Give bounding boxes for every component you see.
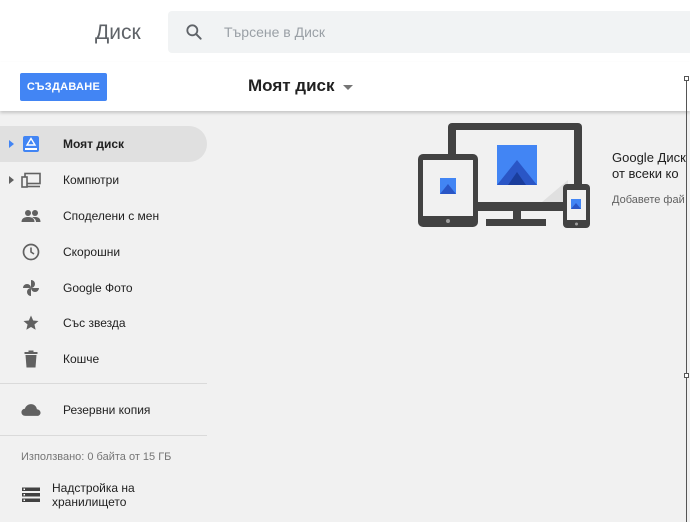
sidebar-item-label: Кошче (63, 352, 100, 366)
toolbar: СЪЗДАВАНЕ Моят диск (0, 62, 690, 111)
sidebar-item-starred[interactable]: Със звезда (0, 305, 207, 341)
search-input[interactable] (224, 11, 664, 53)
sidebar-item-label: Компютри (63, 173, 120, 187)
trash-icon (21, 349, 41, 369)
caret-down-icon (342, 84, 353, 90)
resize-handle-top[interactable] (684, 76, 689, 81)
computers-icon (21, 170, 41, 190)
sidebar-item-backups[interactable]: Резервни копия (0, 392, 207, 428)
sidebar-divider (0, 435, 207, 436)
devices-illustration (418, 123, 590, 228)
sidebar-item-recent[interactable]: Скорошни (0, 234, 207, 270)
search-box[interactable] (168, 11, 690, 53)
sidebar-item-trash[interactable]: Кошче (0, 341, 207, 377)
resize-handle-middle[interactable] (684, 373, 689, 378)
promo-title-line: от всеки ко (612, 166, 679, 181)
storage-usage-text: Използвано: 0 байта от 15 ГБ (21, 451, 172, 463)
window-edge (686, 78, 687, 522)
sidebar-item-my-drive[interactable]: Моят диск (0, 126, 207, 162)
search-icon[interactable] (184, 22, 204, 42)
expand-arrow-icon[interactable] (9, 176, 14, 184)
storage-icon (21, 485, 41, 505)
sidebar-divider (0, 383, 207, 384)
promo-title: Google Диск от всеки ко (612, 150, 686, 182)
expand-arrow-icon[interactable] (9, 140, 14, 148)
sidebar-item-label: Резервни копия (63, 403, 151, 417)
sidebar-item-label: Споделени с мен (63, 209, 160, 223)
breadcrumb[interactable]: Моят диск (248, 76, 353, 96)
breadcrumb-label: Моят диск (248, 76, 335, 95)
clock-icon (21, 242, 41, 262)
app-title[interactable]: Диск (95, 21, 141, 45)
sidebar-item-label: Скорошни (63, 245, 121, 259)
sidebar-item-label: Google Фото (63, 281, 133, 295)
top-bar: Диск (0, 0, 690, 62)
promo-description: Добавете фай (612, 194, 685, 206)
sidebar-item-shared[interactable]: Споделени с мен (0, 198, 207, 234)
upgrade-storage-link[interactable]: Надстройка на хранилището (0, 477, 207, 513)
cloud-icon (21, 400, 41, 420)
star-icon (21, 313, 41, 333)
upgrade-storage-label: Надстройка на хранилището (52, 481, 135, 509)
pinwheel-icon (21, 278, 41, 298)
my-drive-icon (21, 134, 41, 154)
sidebar-item-label: Моят диск (63, 137, 125, 151)
new-button[interactable]: СЪЗДАВАНЕ (20, 73, 107, 101)
sidebar-item-computers[interactable]: Компютри (0, 162, 207, 198)
sidebar-item-label: Със звезда (63, 316, 126, 330)
sidebar-item-google-photos[interactable]: Google Фото (0, 270, 207, 306)
promo-title-line: Google Диск (612, 150, 686, 165)
shared-people-icon (21, 206, 41, 226)
